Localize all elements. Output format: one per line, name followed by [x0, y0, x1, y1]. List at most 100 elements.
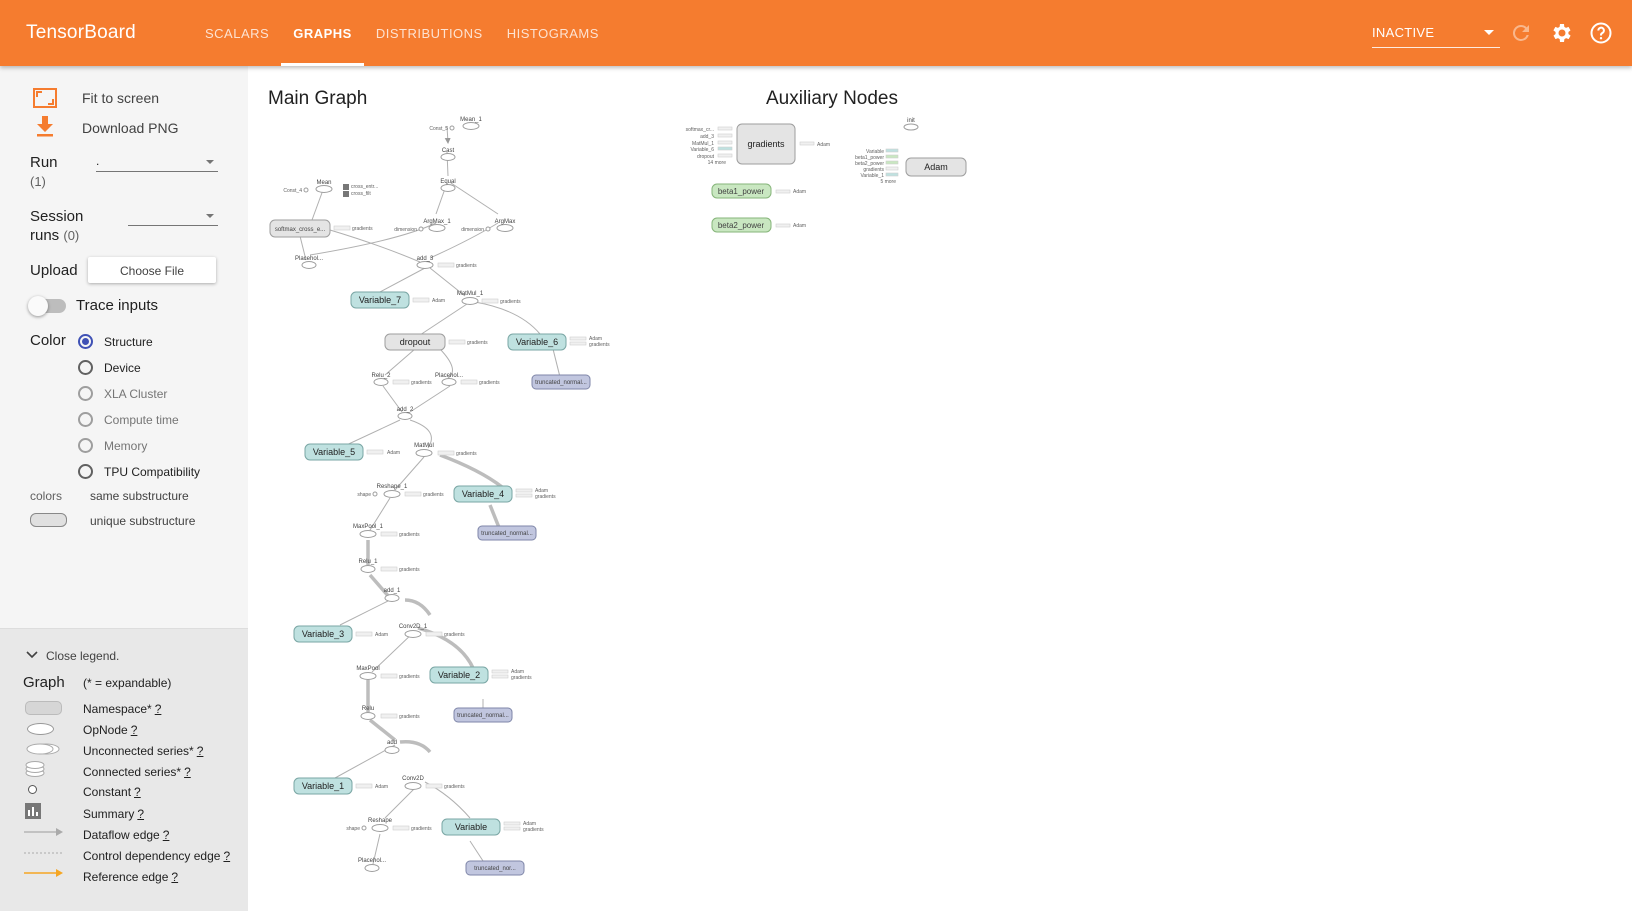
- node-relu-2[interactable]: [373, 378, 389, 386]
- control-dependency-help-link[interactable]: ?: [223, 849, 230, 863]
- node-placeholder-bottom[interactable]: [364, 864, 380, 872]
- constant-help-link[interactable]: ?: [134, 785, 141, 799]
- node-const-5-label: Const_5: [429, 126, 448, 132]
- node-relu[interactable]: [360, 712, 376, 720]
- legend-connected-series: Connected series*?: [83, 765, 191, 779]
- summary-help-link[interactable]: ?: [137, 807, 144, 821]
- choose-file-button[interactable]: Choose File: [88, 257, 216, 283]
- aux-init-label: init: [907, 118, 915, 124]
- node-cast[interactable]: [440, 153, 456, 161]
- inactive-select-value: INACTIVE: [1372, 25, 1435, 40]
- app-brand: TensorBoard: [26, 22, 136, 43]
- run-select[interactable]: .: [96, 154, 218, 172]
- chevron-down-icon[interactable]: [26, 651, 38, 659]
- matmul-1-gradients-label: gradients: [500, 299, 521, 305]
- run-select-value: .: [96, 154, 100, 168]
- node-add-3[interactable]: [416, 261, 434, 269]
- opnode-help-link[interactable]: ?: [131, 723, 138, 737]
- refresh-icon[interactable]: [1509, 21, 1533, 45]
- node-maxpool-1[interactable]: [359, 530, 377, 538]
- node-conv2d-1[interactable]: [404, 630, 422, 638]
- node-dimension-label: dimension: [461, 227, 484, 233]
- color-compute-time-radio[interactable]: [78, 412, 93, 427]
- node-add[interactable]: [384, 746, 400, 754]
- variable-2-gradients-label: gradients: [511, 675, 532, 681]
- session-runs-label: Session: [30, 208, 84, 225]
- reshape-gradients-label: gradients: [411, 826, 432, 832]
- node-mean[interactable]: [315, 185, 333, 193]
- color-structure-radio[interactable]: [78, 334, 93, 349]
- unconnected-series-help-link[interactable]: ?: [197, 744, 204, 758]
- node-truncated-normal-label: truncated_nor...: [474, 866, 516, 872]
- fit-to-screen-button[interactable]: Fit to screen: [82, 90, 159, 106]
- connected-series-help-link[interactable]: ?: [184, 765, 191, 779]
- node-mean-1[interactable]: [462, 122, 480, 130]
- node-relu-label: Relu: [362, 706, 374, 712]
- download-icon[interactable]: [35, 116, 55, 138]
- tab-scalars[interactable]: SCALARS: [193, 0, 281, 66]
- settings-gear-icon[interactable]: [1549, 21, 1573, 45]
- unique-substructure-swatch: [30, 513, 67, 527]
- summary-icon: [343, 191, 349, 197]
- node-variable-label: Variable: [455, 822, 487, 832]
- fit-to-screen-icon[interactable]: [33, 88, 57, 108]
- node-shape[interactable]: [361, 825, 367, 831]
- session-runs-select[interactable]: [128, 208, 218, 226]
- node-variable-4-label: Variable_4: [462, 489, 504, 499]
- aux-node-init[interactable]: [903, 123, 919, 131]
- color-memory-label: Memory: [104, 439, 148, 453]
- variable-3-adam-label: Adam: [375, 632, 388, 638]
- node-const-4[interactable]: [303, 187, 309, 193]
- node-conv2d-1-label: Conv2D_1: [399, 624, 428, 630]
- download-png-button[interactable]: Download PNG: [82, 120, 179, 136]
- node-const-5[interactable]: [449, 125, 455, 131]
- node-relu-1[interactable]: [360, 565, 376, 573]
- node-variable-3-label: Variable_3: [302, 629, 344, 639]
- color-device-radio[interactable]: [78, 360, 93, 375]
- node-truncated-normal-6-label: truncated_normal...: [535, 380, 587, 386]
- tab-histograms[interactable]: HISTOGRAMS: [495, 0, 611, 66]
- grad-input-more: 14 more: [708, 160, 727, 166]
- trace-inputs-toggle[interactable]: [28, 296, 66, 316]
- tab-distributions[interactable]: DISTRIBUTIONS: [364, 0, 495, 66]
- inactive-dashboards-select[interactable]: INACTIVE: [1372, 22, 1500, 48]
- graph-canvas[interactable]: .e { fill: none; stroke: #b0b0b0; stroke…: [248, 66, 1632, 911]
- node-equal[interactable]: [440, 184, 456, 192]
- help-icon[interactable]: [1589, 21, 1613, 45]
- node-matmul-1[interactable]: [461, 297, 479, 305]
- node-dimension-1[interactable]: [418, 226, 424, 232]
- node-conv2d[interactable]: [404, 782, 422, 790]
- node-shape-1[interactable]: [372, 491, 378, 497]
- node-matmul-1-label: MatMul_1: [457, 291, 484, 297]
- node-add-2[interactable]: [397, 412, 413, 420]
- node-argmax[interactable]: [496, 224, 514, 232]
- node-reshape-1-label: Reshape_1: [377, 484, 408, 490]
- node-reshape[interactable]: [371, 824, 389, 832]
- grad-input-3: Variable_6: [690, 147, 714, 153]
- color-memory-radio[interactable]: [78, 438, 93, 453]
- node-placeholder-2[interactable]: [441, 378, 457, 386]
- color-xla-cluster-radio[interactable]: [78, 386, 93, 401]
- legend-reference-edge: Reference edge?: [83, 870, 179, 884]
- node-placeholder[interactable]: [301, 261, 317, 269]
- connected-series-swatch: [25, 761, 45, 777]
- node-reshape-1[interactable]: [383, 490, 401, 498]
- node-matmul[interactable]: [415, 449, 433, 457]
- node-argmax-1[interactable]: [428, 224, 446, 232]
- variable-6-gradients-label: gradients: [589, 342, 610, 348]
- close-legend-button[interactable]: Close legend.: [46, 649, 119, 663]
- aux-adam-label: Adam: [924, 162, 948, 172]
- node-variable-1-label: Variable_1: [302, 781, 344, 791]
- tab-graphs[interactable]: GRAPHS: [281, 0, 364, 66]
- node-add-label: add: [387, 740, 397, 746]
- dataflow-edge-help-link[interactable]: ?: [163, 828, 170, 842]
- node-add-1[interactable]: [384, 594, 400, 602]
- constant-swatch: [28, 785, 37, 794]
- legend-control-dependency-edge: Control dependency edge?: [83, 849, 231, 863]
- reference-edge-help-link[interactable]: ?: [171, 870, 178, 884]
- maxpool-1-gradients-label: gradients: [399, 532, 420, 538]
- color-tpu-compatibility-radio[interactable]: [78, 464, 93, 479]
- node-dimension[interactable]: [485, 226, 491, 232]
- node-maxpool[interactable]: [359, 672, 377, 680]
- namespace-help-link[interactable]: ?: [155, 702, 162, 716]
